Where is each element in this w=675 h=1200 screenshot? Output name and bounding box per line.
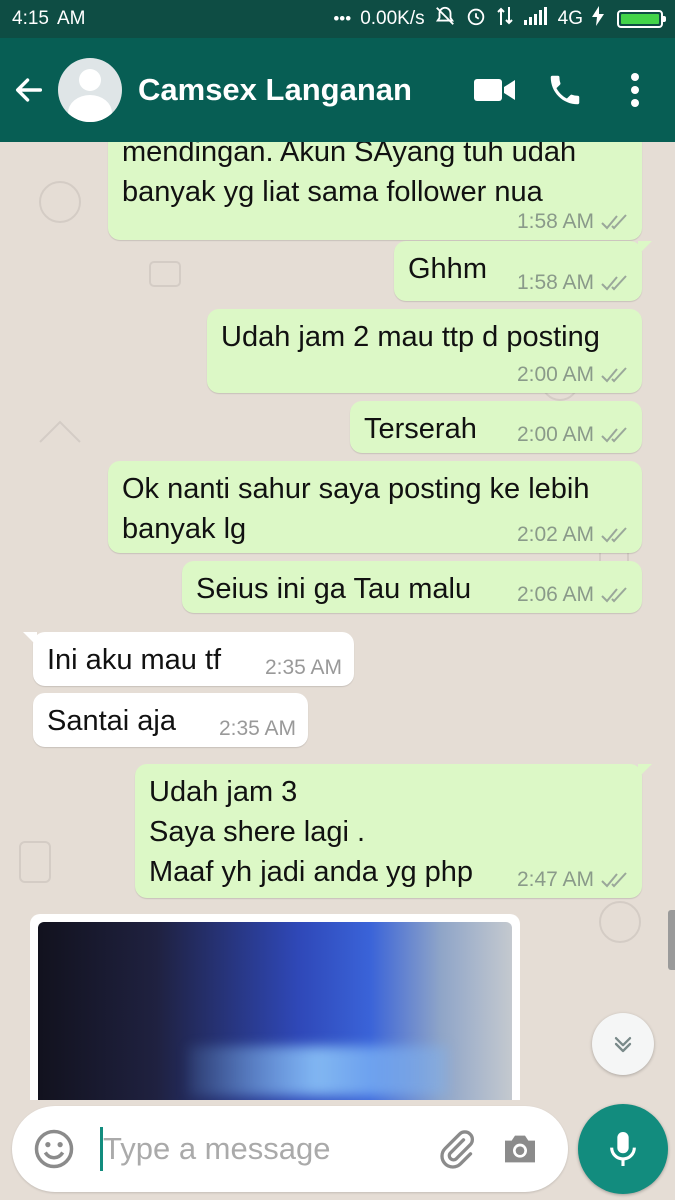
message-composer[interactable] bbox=[12, 1106, 568, 1192]
status-time-group: 4:15 AM bbox=[12, 8, 85, 30]
battery-icon bbox=[617, 10, 666, 28]
bubble-tail bbox=[638, 764, 652, 778]
double-check-icon bbox=[601, 214, 627, 230]
avatar-body bbox=[68, 95, 112, 122]
chat-header: Camsex Langanan bbox=[0, 38, 675, 142]
chat-area[interactable]: mendingan. Akun SAyang tuh udah banyak y… bbox=[0, 142, 675, 1100]
message-time: 2:35 AM bbox=[218, 717, 296, 740]
message-time: 2:00 AM bbox=[516, 363, 594, 386]
message-bubble[interactable]: Seius ini ga Tau malu 2:06 AM bbox=[182, 561, 642, 613]
message-meta: 2:00 AM bbox=[517, 363, 630, 387]
emoji-button[interactable] bbox=[22, 1117, 86, 1181]
bubble-tail bbox=[638, 241, 652, 255]
message-time: 2:02 AM bbox=[516, 523, 594, 546]
double-check-icon bbox=[601, 587, 627, 603]
composer-bar bbox=[0, 1100, 675, 1200]
scrollbar-handle[interactable] bbox=[668, 910, 675, 970]
attach-button[interactable] bbox=[429, 1119, 483, 1179]
menu-button[interactable] bbox=[605, 60, 665, 120]
double-check-icon bbox=[601, 527, 627, 543]
double-check-icon bbox=[601, 872, 627, 888]
message-meta: 1:58 AM bbox=[517, 210, 630, 234]
message-meta: 2:06 AM bbox=[517, 583, 630, 607]
avatar-head bbox=[79, 69, 101, 91]
message-time: 2:35 AM bbox=[264, 656, 342, 679]
contact-name[interactable]: Camsex Langanan bbox=[138, 72, 465, 108]
battery-level bbox=[621, 14, 659, 24]
bubble-tail bbox=[23, 632, 37, 646]
mute-icon bbox=[434, 5, 456, 33]
camera-icon bbox=[505, 1135, 535, 1163]
voice-record-button[interactable] bbox=[578, 1104, 668, 1194]
message-time: 2:06 AM bbox=[516, 583, 594, 606]
message-time: 1:58 AM bbox=[516, 271, 594, 294]
status-indicators: ••• 0.00K/s 4G bbox=[333, 5, 666, 33]
message-bubble[interactable]: Udah jam 2 mau ttp d posting 2:00 AM bbox=[207, 309, 642, 393]
avatar[interactable] bbox=[58, 58, 122, 122]
phone-icon bbox=[550, 75, 580, 105]
status-bar: 4:15 AM ••• 0.00K/s 4G bbox=[0, 0, 675, 38]
message-meta: 2:35 AM bbox=[219, 717, 296, 741]
double-check-icon bbox=[601, 427, 627, 443]
message-bubble[interactable]: mendingan. Akun SAyang tuh udah banyak y… bbox=[108, 142, 642, 240]
network-speed: 0.00K/s bbox=[360, 8, 425, 29]
status-ampm: AM bbox=[56, 8, 86, 29]
message-meta: 1:58 AM bbox=[517, 271, 630, 295]
scroll-to-bottom-button[interactable] bbox=[592, 1013, 654, 1075]
message-meta: 2:47 AM bbox=[517, 868, 630, 892]
alarm-icon bbox=[465, 5, 487, 33]
arrow-left-icon bbox=[15, 78, 43, 102]
video-camera-icon bbox=[474, 79, 515, 101]
double-check-icon bbox=[601, 275, 627, 291]
message-time: 2:00 AM bbox=[516, 423, 594, 446]
message-bubble[interactable]: Udah jam 3 Saya shere lagi . Maaf yh jad… bbox=[135, 764, 652, 898]
message-bubble[interactable]: Ini aku mau tf 2:35 AM bbox=[23, 632, 354, 686]
status-time: 4:15 bbox=[12, 8, 49, 29]
message-bubble[interactable]: Ghhm 1:58 AM bbox=[394, 241, 652, 301]
more-dots-icon: ••• bbox=[333, 9, 352, 28]
camera-button[interactable] bbox=[493, 1119, 547, 1179]
message-bubble[interactable]: Terserah 2:00 AM bbox=[350, 401, 642, 453]
voice-call-button[interactable] bbox=[535, 60, 595, 120]
image-thumbnail[interactable] bbox=[38, 922, 512, 1100]
chevrons-down-icon bbox=[614, 1037, 632, 1053]
signal-icon bbox=[523, 6, 549, 32]
message-text: mendingan. Akun SAyang tuh udah banyak y… bbox=[122, 142, 577, 208]
message-bubble[interactable]: Ok nanti sahur saya posting ke lebih ban… bbox=[108, 461, 642, 553]
back-button[interactable] bbox=[4, 60, 54, 120]
double-check-icon bbox=[601, 367, 627, 383]
message-meta: 2:00 AM bbox=[517, 423, 630, 447]
image-highlight bbox=[188, 1046, 448, 1096]
video-call-button[interactable] bbox=[465, 60, 525, 120]
message-bubble[interactable]: Santai aja 2:35 AM bbox=[33, 693, 308, 747]
network-type: 4G bbox=[557, 8, 583, 29]
charging-icon bbox=[592, 6, 604, 32]
message-input[interactable] bbox=[103, 1131, 403, 1167]
data-arrows-icon bbox=[496, 5, 514, 33]
message-meta: 2:02 AM bbox=[517, 523, 630, 547]
image-message[interactable] bbox=[30, 914, 520, 1100]
mic-icon bbox=[610, 1132, 636, 1166]
message-time: 2:47 AM bbox=[516, 868, 594, 891]
emoji-icon bbox=[34, 1129, 74, 1169]
paperclip-icon bbox=[440, 1130, 475, 1169]
message-text: Udah jam 2 mau ttp d posting bbox=[221, 321, 600, 353]
more-vert-icon bbox=[631, 73, 639, 107]
message-meta: 2:35 AM bbox=[265, 656, 342, 680]
message-time: 1:58 AM bbox=[516, 210, 594, 233]
